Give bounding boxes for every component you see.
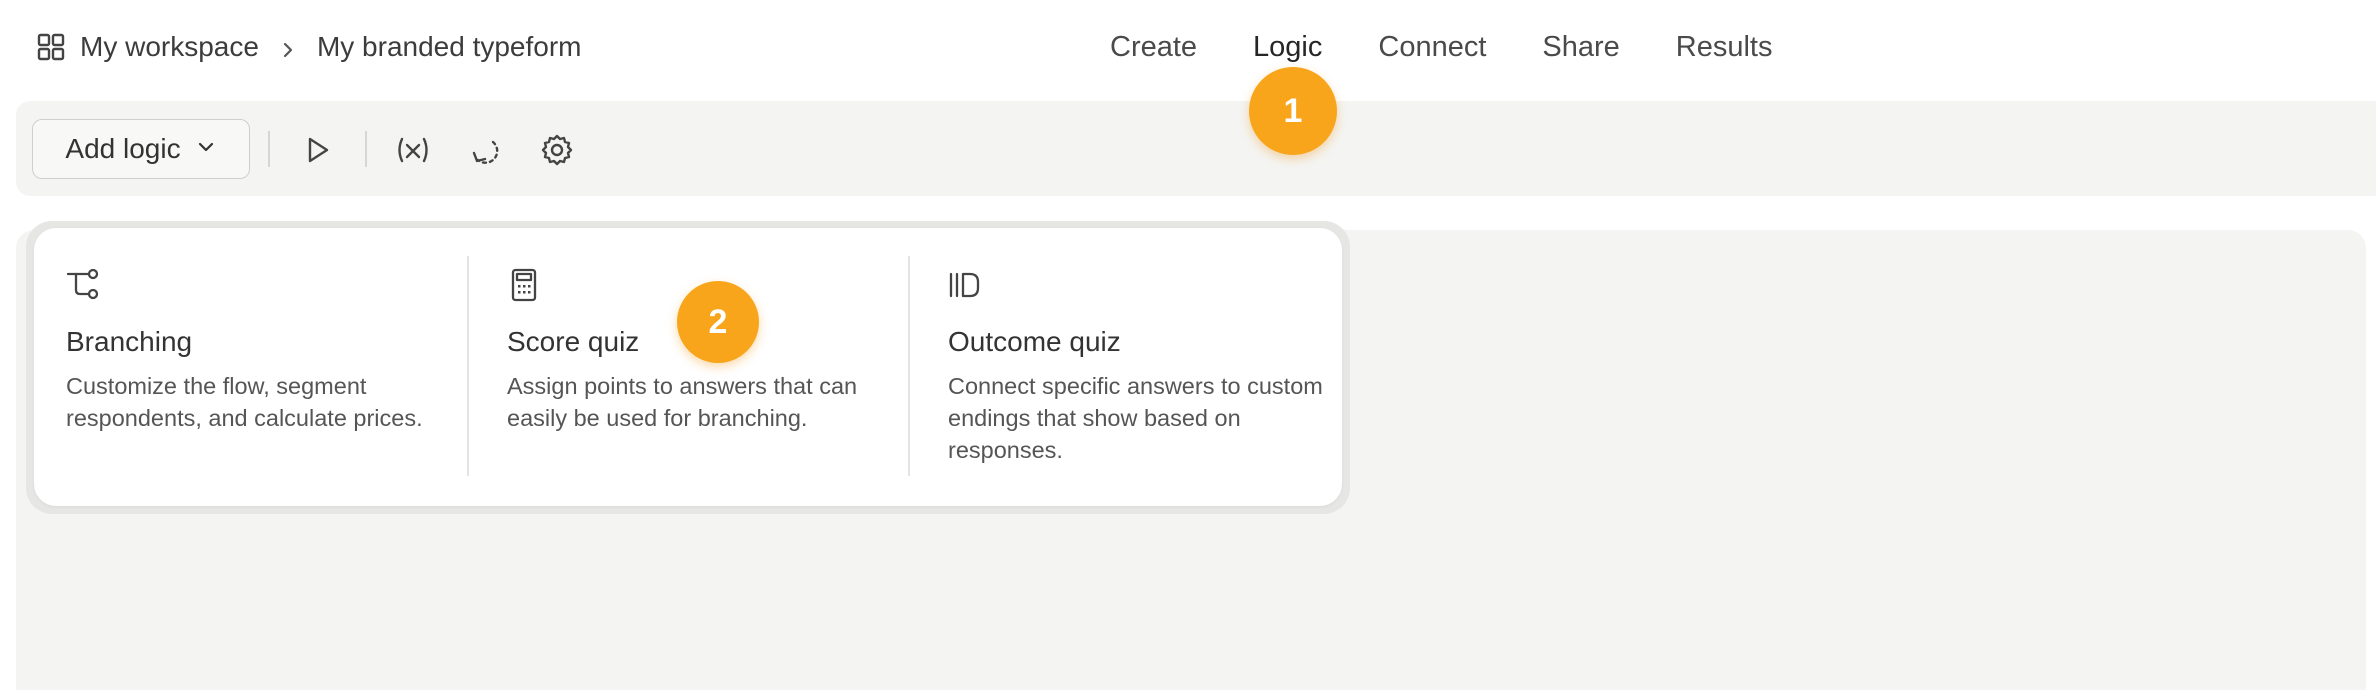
option-description: Assign points to answers that can easily… bbox=[507, 373, 858, 431]
branching-icon bbox=[66, 268, 100, 302]
breadcrumb: My workspace My branded typeform bbox=[36, 24, 582, 70]
refresh-icon[interactable] bbox=[466, 131, 504, 169]
option-description: Connect specific answers to custom endin… bbox=[948, 373, 1323, 463]
option-divider bbox=[467, 256, 469, 476]
tab-logic[interactable]: Logic bbox=[1253, 31, 1322, 64]
play-icon[interactable] bbox=[298, 131, 336, 169]
tab-share[interactable]: Share bbox=[1542, 31, 1619, 64]
step-marker-2: 2 bbox=[677, 281, 759, 363]
tab-create[interactable]: Create bbox=[1110, 31, 1197, 64]
variable-icon[interactable] bbox=[394, 131, 432, 169]
option-title: Score quiz bbox=[507, 326, 640, 357]
settings-icon[interactable] bbox=[538, 131, 576, 169]
toolbar-divider bbox=[365, 131, 367, 167]
option-title: Branching bbox=[66, 326, 193, 357]
option-score-quiz[interactable]: Score quiz Assign points to answers that… bbox=[475, 228, 915, 506]
breadcrumb-workspace[interactable]: My workspace bbox=[80, 31, 259, 63]
workspace-grid-icon[interactable] bbox=[36, 32, 66, 62]
logic-menu: Branching Customize the flow, segment re… bbox=[34, 228, 1342, 506]
outcome-icon bbox=[948, 268, 982, 302]
option-title: Outcome quiz bbox=[948, 326, 1121, 357]
option-description: Customize the flow, segment respondents,… bbox=[66, 373, 423, 431]
option-divider bbox=[908, 256, 910, 476]
logic-toolbar: Add logic bbox=[16, 101, 2376, 196]
top-bar: My workspace My branded typeform Create … bbox=[0, 0, 2376, 96]
calculator-icon bbox=[507, 268, 541, 302]
toolbar-divider bbox=[268, 131, 270, 167]
option-outcome-quiz[interactable]: Outcome quiz Connect specific answers to… bbox=[916, 228, 1356, 506]
chevron-down-icon bbox=[195, 133, 217, 165]
chevron-right-icon bbox=[277, 36, 299, 58]
tab-results[interactable]: Results bbox=[1676, 31, 1773, 64]
main-nav: Create Logic Connect Share Results bbox=[1110, 24, 1772, 70]
add-logic-button[interactable]: Add logic bbox=[32, 119, 250, 179]
tab-connect[interactable]: Connect bbox=[1378, 31, 1486, 64]
step-marker-1: 1 bbox=[1249, 67, 1337, 155]
add-logic-label: Add logic bbox=[65, 133, 181, 164]
option-branching[interactable]: Branching Customize the flow, segment re… bbox=[34, 228, 474, 506]
breadcrumb-form[interactable]: My branded typeform bbox=[317, 31, 582, 63]
